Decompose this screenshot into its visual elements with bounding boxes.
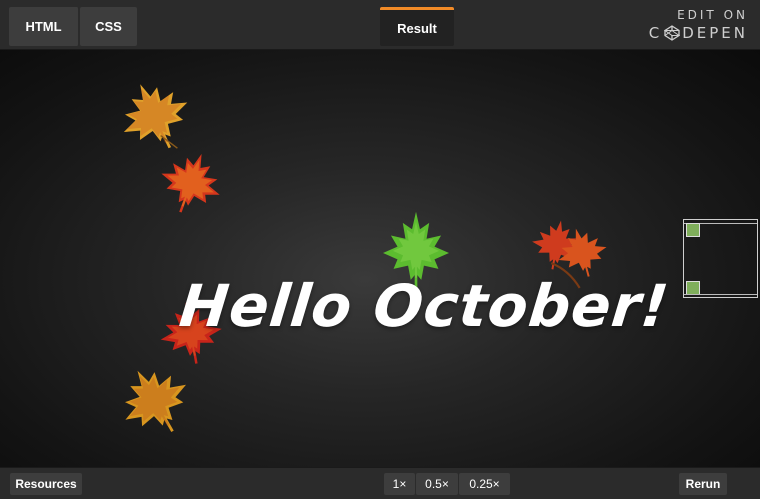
- result-preview: Hello October!: [0, 50, 760, 467]
- editor-top-bar: HTML CSS Result EDIT ON C DEPEN: [0, 0, 760, 50]
- edit-on-codepen-link[interactable]: EDIT ON C DEPEN: [649, 8, 748, 42]
- tab-html[interactable]: HTML: [9, 7, 79, 46]
- rerun-button[interactable]: Rerun: [679, 473, 727, 495]
- codepen-logo-right: DEPEN: [682, 24, 748, 42]
- zoom-quarter-button[interactable]: 0.25×: [459, 473, 510, 495]
- broken-image-icon: [686, 281, 700, 295]
- codepen-cube-icon: [664, 25, 681, 41]
- broken-image-placeholder: [683, 219, 758, 298]
- broken-image-icon: [686, 223, 700, 237]
- maple-leaf-icon: [160, 152, 222, 214]
- resources-button[interactable]: Resources: [10, 473, 82, 495]
- edit-on-label: EDIT ON: [677, 8, 748, 22]
- divider: [684, 294, 757, 295]
- tab-css[interactable]: CSS: [80, 7, 137, 46]
- zoom-half-button[interactable]: 0.5×: [416, 473, 458, 495]
- codepen-logo: C DEPEN: [649, 24, 748, 42]
- zoom-1x-button[interactable]: 1×: [384, 473, 415, 495]
- maple-leaf-icon: [120, 365, 190, 437]
- maple-leaf-icon: [120, 80, 190, 152]
- tab-result[interactable]: Result: [380, 7, 454, 46]
- editor-bottom-bar: Resources 1× 0.5× 0.25× Rerun: [0, 467, 760, 499]
- page-title: Hello October!: [176, 272, 673, 340]
- codepen-logo-left: C: [648, 24, 663, 42]
